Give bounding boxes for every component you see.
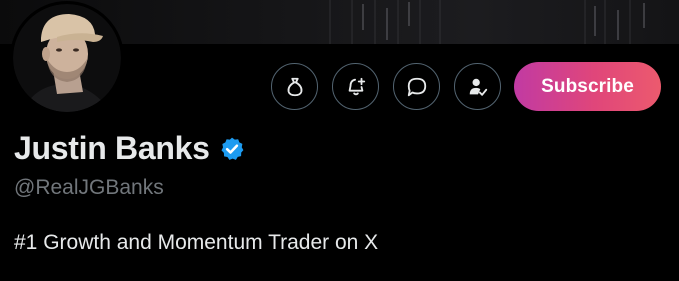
subscribe-button[interactable]: Subscribe	[514, 62, 661, 111]
notify-button[interactable]	[332, 63, 379, 110]
message-icon	[407, 77, 426, 96]
avatar-photo	[13, 4, 121, 112]
profile-bio: #1 Growth and Momentum Trader on X	[14, 231, 379, 254]
avatar[interactable]	[10, 1, 124, 115]
user-handle: @RealJGBanks	[14, 176, 164, 199]
tip-button[interactable]	[271, 63, 318, 110]
name-row: Justin Banks	[14, 130, 245, 167]
money-bag-icon	[287, 77, 302, 96]
profile-actions: Subscribe	[271, 62, 661, 111]
following-button[interactable]	[454, 63, 501, 110]
verified-badge-icon[interactable]	[219, 136, 245, 162]
display-name: Justin Banks	[14, 130, 210, 166]
user-check-icon	[469, 78, 487, 96]
bell-plus-icon	[348, 77, 365, 95]
message-button[interactable]	[393, 63, 440, 110]
